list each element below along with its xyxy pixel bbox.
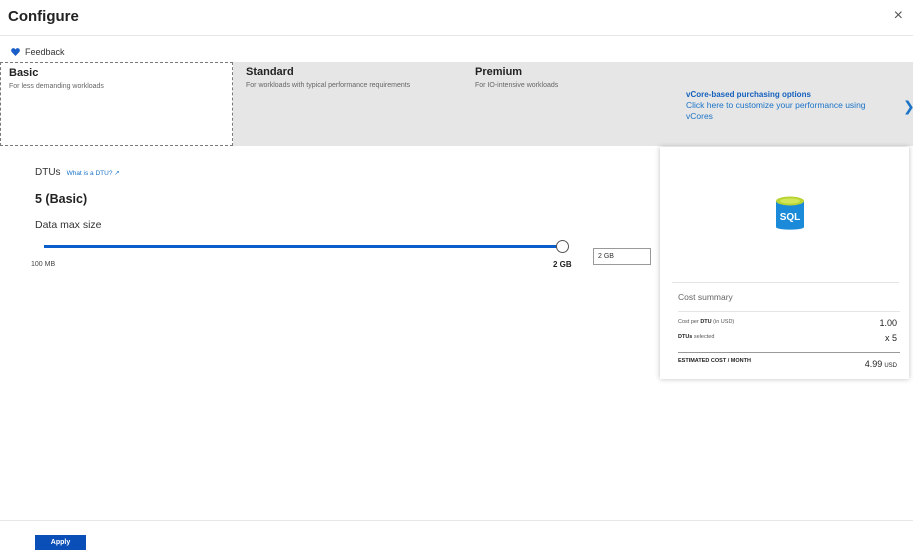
dtu-label: DTUs <box>35 167 61 178</box>
apply-button[interactable]: Apply <box>35 535 86 550</box>
data-size-input[interactable] <box>593 248 651 265</box>
close-icon[interactable]: × <box>894 6 903 26</box>
feedback-link[interactable]: Feedback <box>11 44 65 60</box>
dtu-row: DTUs What is a DTU? ↗ <box>35 167 120 178</box>
tier-name: Standard <box>246 66 294 78</box>
header-bar: Configure × <box>0 0 913 36</box>
sql-icon-area: SQL <box>660 147 909 282</box>
vcore-title: vCore-based purchasing options <box>686 90 811 99</box>
data-size-slider-thumb[interactable] <box>556 240 569 253</box>
sql-icon-label: SQL <box>780 212 801 223</box>
slider-max-label: 2 GB <box>553 260 572 269</box>
divider <box>672 282 899 283</box>
cost-summary-title: Cost summary <box>678 292 733 302</box>
estimated-cost-value: 4.99 USD <box>864 359 897 369</box>
slider-min-label: 100 MB <box>31 261 56 268</box>
tier-description: For less demanding workloads <box>9 83 104 90</box>
chevron-right-icon[interactable]: ❯ <box>903 98 913 115</box>
vcore-purchasing-link[interactable]: vCore-based purchasing options Click her… <box>686 90 906 122</box>
footer-bar <box>0 520 913 550</box>
tier-name: Premium <box>475 66 523 78</box>
feedback-label: Feedback <box>25 47 65 57</box>
cost-per-dtu-label: Cost per DTU (in USD) <box>678 319 735 325</box>
tier-description: For workloads with typical performance r… <box>246 82 411 89</box>
what-is-dtu-link[interactable]: What is a DTU? ↗ <box>67 169 120 177</box>
sql-database-icon: SQL <box>776 196 804 230</box>
data-max-size-label: Data max size <box>35 219 102 231</box>
dtus-selected-label: DTUs selected <box>678 334 715 340</box>
tier-standard[interactable]: Standard For workloads with typical perf… <box>238 62 463 146</box>
tier-basic[interactable]: Basic For less demanding workloads <box>0 62 233 146</box>
tier-name: Basic <box>9 67 39 79</box>
heart-icon <box>11 48 20 56</box>
divider <box>678 311 900 312</box>
data-size-slider-track[interactable] <box>44 245 557 248</box>
estimated-cost-label: ESTIMATED COST / MONTH <box>678 358 751 364</box>
dtus-selected-value: x 5 <box>884 333 897 343</box>
divider <box>678 352 900 353</box>
dtu-value: 5 (Basic) <box>35 192 88 206</box>
tier-premium[interactable]: Premium For IO-intensive workloads <box>467 62 672 146</box>
cost-per-dtu-value: 1.00 <box>879 318 897 328</box>
cost-summary-card: SQL Cost summary Cost per DTU (in USD) 1… <box>660 147 909 379</box>
tier-description: For IO-intensive workloads <box>475 82 559 89</box>
vcore-description: Click here to customize your performance… <box>686 100 866 121</box>
page-title: Configure <box>8 8 79 25</box>
